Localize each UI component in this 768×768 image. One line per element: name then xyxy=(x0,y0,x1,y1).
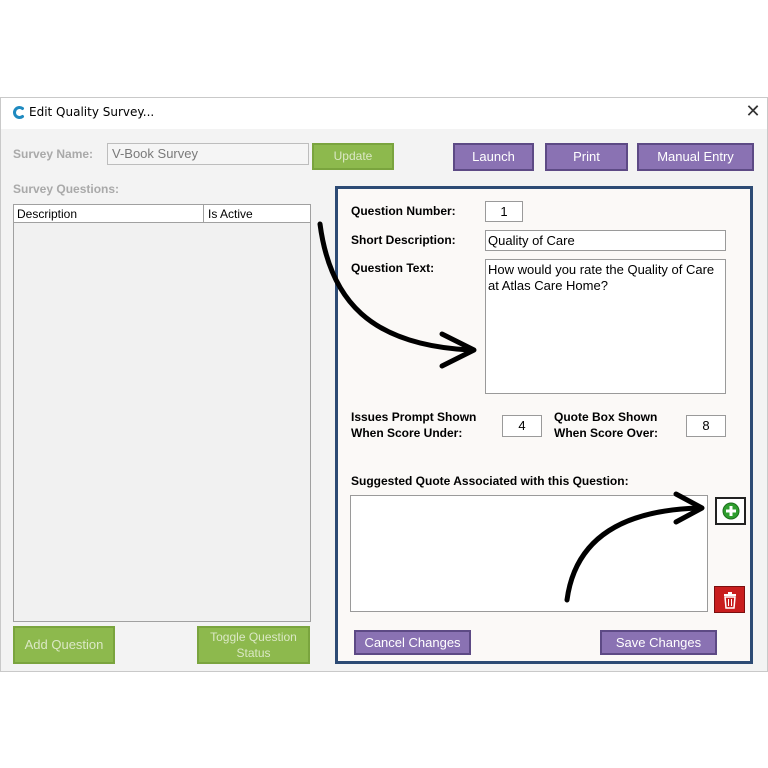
arrow-to-question-text xyxy=(317,221,473,353)
annotation-arrows xyxy=(317,221,705,603)
